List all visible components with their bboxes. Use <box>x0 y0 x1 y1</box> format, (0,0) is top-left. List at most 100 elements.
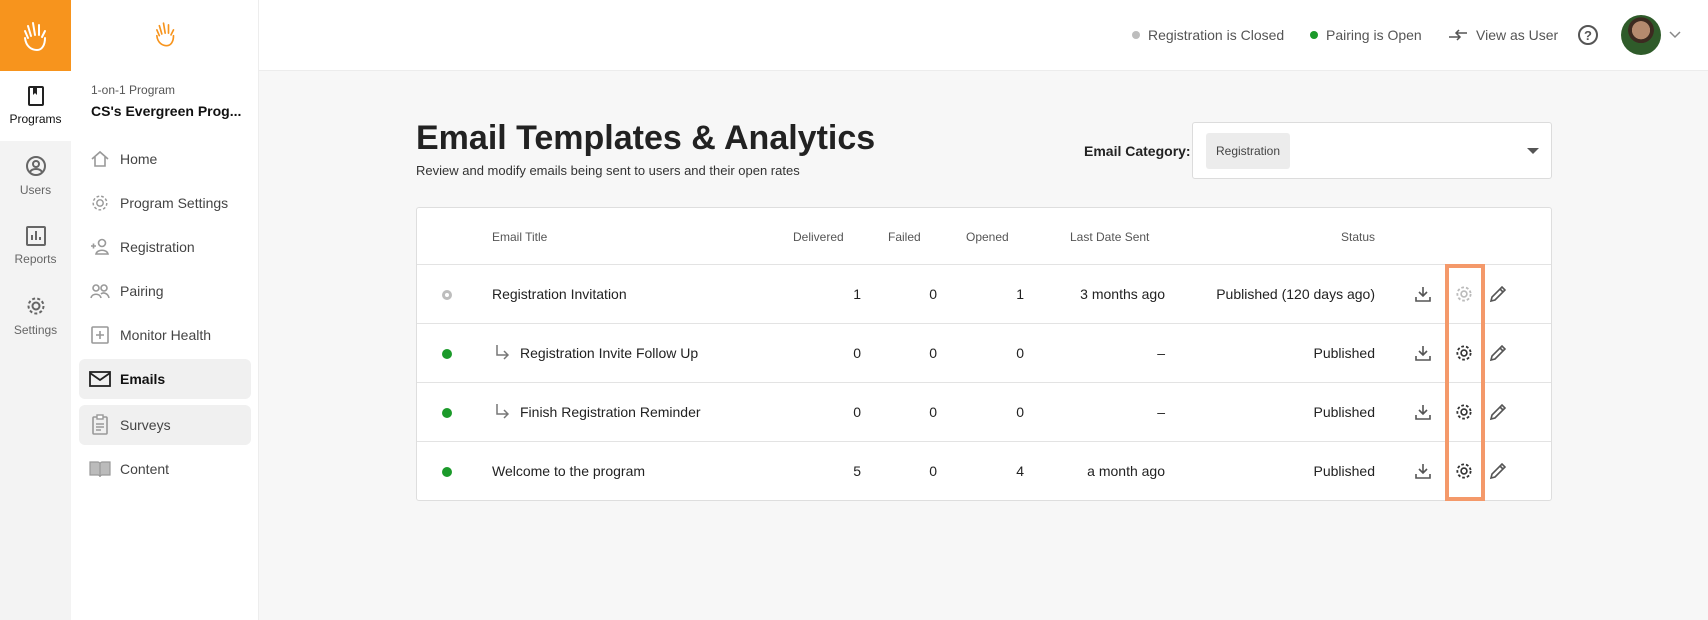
status-indicator-live <box>442 467 452 477</box>
rail-item-users[interactable]: Users <box>0 141 71 211</box>
sidebar-item-label: Monitor Health <box>120 327 212 343</box>
download-icon[interactable] <box>1413 343 1433 363</box>
sidebar-item-pairing[interactable]: Pairing <box>79 271 251 311</box>
dropdown-arrow-icon[interactable] <box>1527 148 1539 154</box>
column-header-title: Email Title <box>492 230 548 244</box>
add-user-icon <box>89 236 111 258</box>
status-text: Published <box>1313 463 1376 479</box>
column-header-failed: Failed <box>888 230 921 244</box>
help-icon[interactable]: ? <box>1578 25 1598 45</box>
opened-count: 1 <box>1016 286 1024 302</box>
table-row[interactable]: Registration Invitation 1 0 1 3 months a… <box>417 264 1551 323</box>
column-header-status: Status <box>1341 230 1376 244</box>
category-chip[interactable]: Registration <box>1206 133 1291 169</box>
rail-item-settings[interactable]: Settings <box>0 281 71 351</box>
opened-count: 0 <box>1016 345 1024 361</box>
email-title[interactable]: Finish Registration Reminder <box>520 404 701 420</box>
delivered-count: 5 <box>853 463 861 479</box>
plus-box-icon <box>89 324 111 346</box>
opened-count: 4 <box>1016 463 1024 479</box>
subdirectory-arrow-icon <box>496 404 510 419</box>
avatar[interactable] <box>1621 15 1661 55</box>
pairing-status-text: Pairing is Open <box>1326 27 1422 43</box>
sidebar-item-label: Content <box>120 461 170 477</box>
programs-icon <box>27 86 44 106</box>
status-text: Published <box>1313 404 1376 420</box>
reports-icon <box>25 226 46 246</box>
failed-count: 0 <box>929 463 937 479</box>
clipboard-icon <box>89 414 111 436</box>
email-templates-table: Email Title Delivered Failed Opened Last… <box>416 207 1552 501</box>
app-rail: Programs Users Reports Settings <box>0 0 71 620</box>
status-indicator-live <box>442 408 452 418</box>
hand-wave-icon <box>156 22 175 47</box>
download-icon[interactable] <box>1413 461 1433 481</box>
status-dot-closed <box>1132 31 1140 39</box>
status-dot-open <box>1310 31 1318 39</box>
status-indicator-draft <box>442 290 452 300</box>
delivered-count: 0 <box>853 345 861 361</box>
settings-column-highlight <box>1445 264 1485 501</box>
last-sent: – <box>1157 404 1165 420</box>
page-subtitle: Review and modify emails being sent to u… <box>416 163 800 178</box>
sidebar-item-surveys[interactable]: Surveys <box>79 405 251 445</box>
rail-label: Programs <box>9 112 62 126</box>
registration-status: Registration is Closed <box>1132 27 1284 43</box>
page-title: Email Templates & Analytics <box>416 119 876 157</box>
table-row[interactable]: Finish Registration Reminder 0 0 0 – Pub… <box>417 382 1551 441</box>
subdirectory-arrow-icon <box>496 345 510 360</box>
column-header-delivered: Delivered <box>793 230 844 244</box>
switch-icon <box>1449 29 1467 41</box>
hand-wave-icon <box>23 21 46 51</box>
email-category-select[interactable]: Registration <box>1192 122 1552 179</box>
email-title[interactable]: Registration Invitation <box>492 286 627 302</box>
edit-pencil-icon[interactable] <box>1488 343 1508 363</box>
pairing-icon <box>89 280 111 302</box>
opened-count: 0 <box>1016 404 1024 420</box>
sidebar-item-registration[interactable]: Registration <box>79 227 251 267</box>
delivered-count: 1 <box>853 286 861 302</box>
delivered-count: 0 <box>853 404 861 420</box>
sidebar-item-content[interactable]: Content <box>79 449 251 489</box>
last-sent: a month ago <box>1087 463 1165 479</box>
book-icon <box>89 458 111 480</box>
sidebar-item-monitor-health[interactable]: Monitor Health <box>79 315 251 355</box>
sidebar-item-label: Emails <box>120 371 166 387</box>
download-icon[interactable] <box>1413 284 1433 304</box>
user-icon <box>25 156 46 176</box>
program-sidebar: 1-on-1 Program CS's Evergreen Prog... Ho… <box>71 0 259 620</box>
sidebar-item-program-settings[interactable]: Program Settings <box>79 183 251 223</box>
sidebar-item-label: Pairing <box>120 283 164 299</box>
brand-logo[interactable] <box>0 0 71 71</box>
status-indicator-live <box>442 349 452 359</box>
sidebar-item-label: Home <box>120 151 158 167</box>
failed-count: 0 <box>929 345 937 361</box>
column-header-last-sent: Last Date Sent <box>1070 230 1150 244</box>
sidebar-item-emails[interactable]: Emails <box>79 359 251 399</box>
table-row[interactable]: Welcome to the program 5 0 4 a month ago… <box>417 441 1551 500</box>
mail-icon <box>89 368 111 390</box>
program-name[interactable]: CS's Evergreen Prog... <box>91 103 241 119</box>
rail-label: Settings <box>13 323 58 337</box>
edit-pencil-icon[interactable] <box>1488 461 1508 481</box>
last-sent: – <box>1157 345 1165 361</box>
rail-item-programs[interactable]: Programs <box>0 71 71 141</box>
view-as-user-button[interactable]: View as User <box>1448 27 1558 43</box>
pairing-status: Pairing is Open <box>1310 27 1422 43</box>
last-sent: 3 months ago <box>1080 286 1165 302</box>
top-header: Registration is Closed Pairing is Open V… <box>259 0 1708 71</box>
email-title[interactable]: Registration Invite Follow Up <box>520 345 698 361</box>
sidebar-item-home[interactable]: Home <box>79 139 251 179</box>
edit-pencil-icon[interactable] <box>1488 402 1508 422</box>
edit-pencil-icon[interactable] <box>1488 284 1508 304</box>
failed-count: 0 <box>929 404 937 420</box>
email-title[interactable]: Welcome to the program <box>492 463 645 479</box>
home-icon <box>89 148 111 170</box>
program-type: 1-on-1 Program <box>91 83 176 97</box>
rail-label: Users <box>19 183 52 197</box>
table-row[interactable]: Registration Invite Follow Up 0 0 0 – Pu… <box>417 323 1551 382</box>
rail-item-reports[interactable]: Reports <box>0 211 71 281</box>
download-icon[interactable] <box>1413 402 1433 422</box>
status-text: Published (120 days ago) <box>1216 286 1375 302</box>
chevron-down-icon[interactable] <box>1669 31 1681 39</box>
